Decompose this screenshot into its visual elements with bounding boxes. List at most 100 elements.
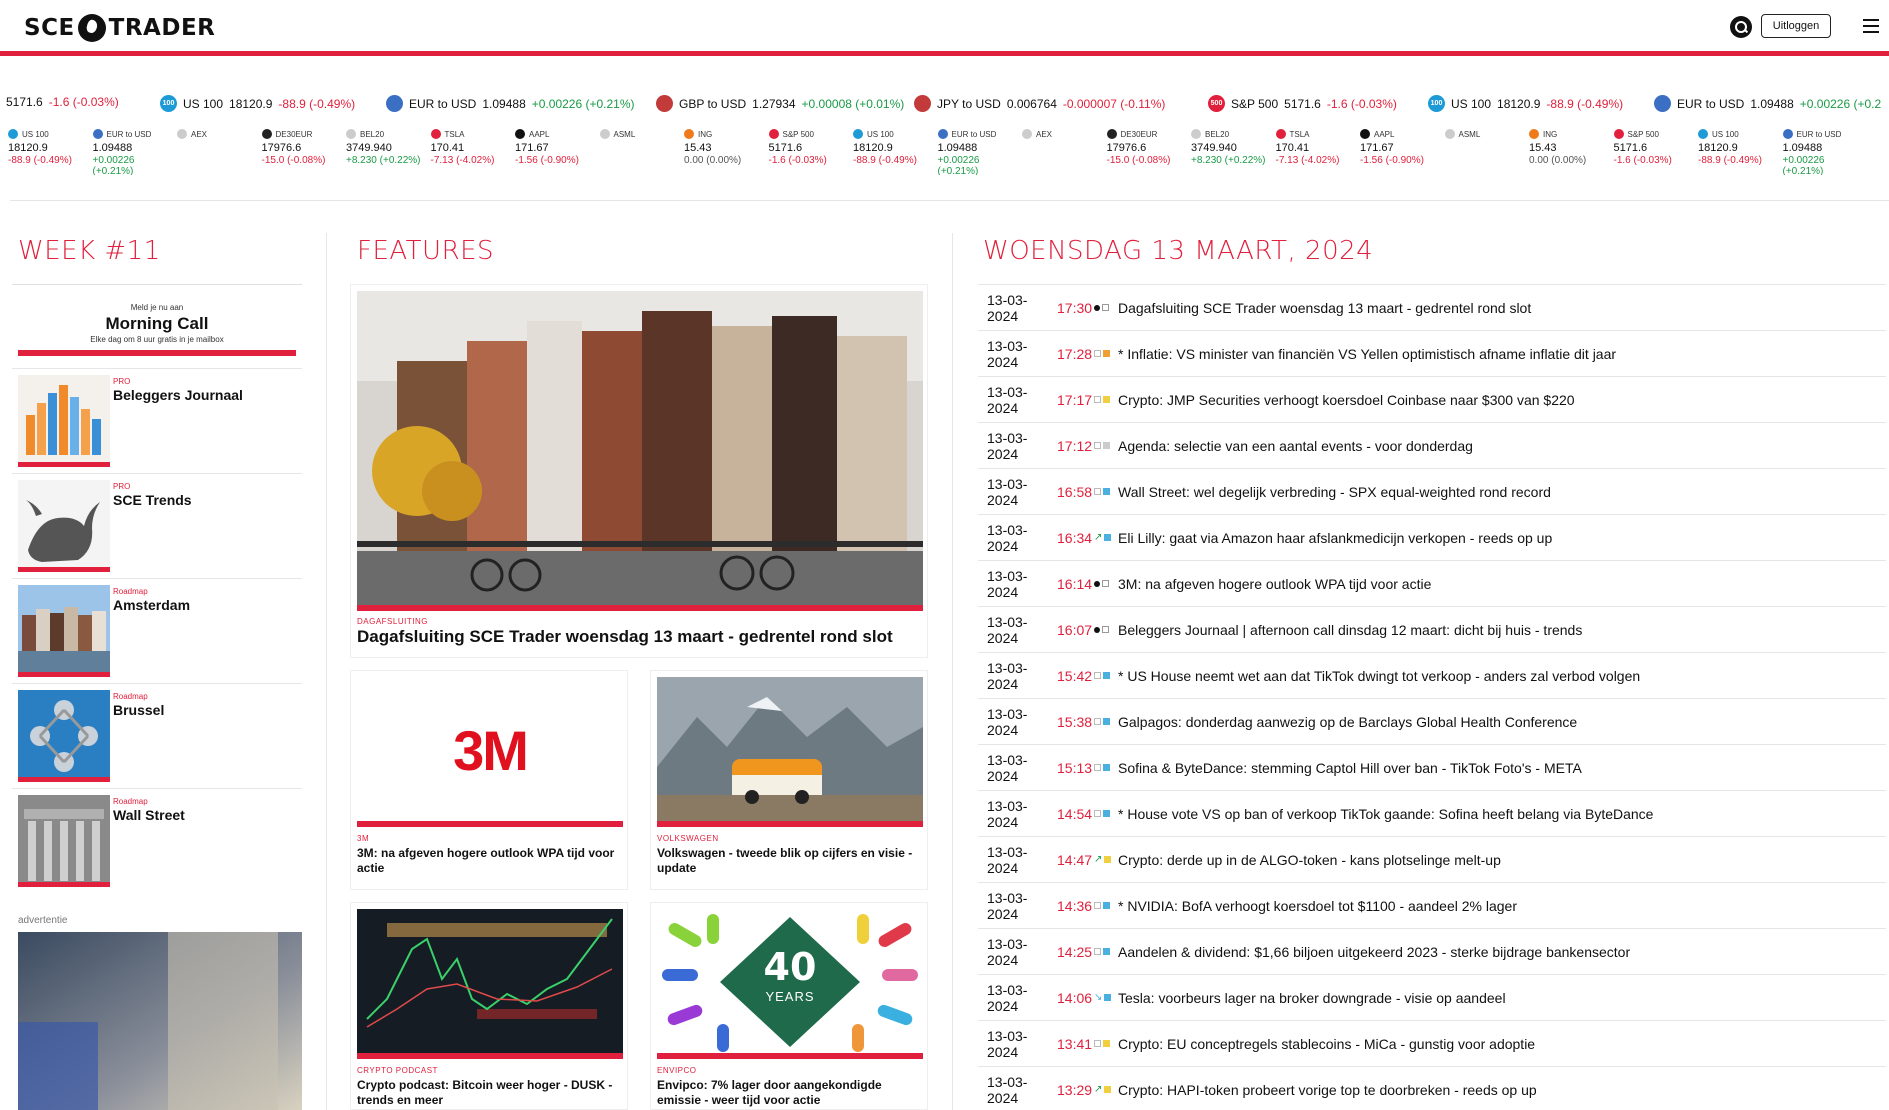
- ticker-item[interactable]: JPY to USD 0.006764 -0.000007 (-0.11%): [914, 95, 1165, 112]
- quote-name: AAPL: [1374, 129, 1395, 139]
- card-tag: Roadmap: [113, 692, 148, 701]
- left-card-amsterdam[interactable]: Roadmap Amsterdam: [12, 578, 302, 683]
- search-icon[interactable]: [1730, 16, 1752, 38]
- quote-name: AEX: [191, 129, 208, 139]
- left-card-sce-trends[interactable]: PRO SCE Trends: [12, 473, 302, 578]
- news-date: 13-03-2024: [987, 429, 1028, 462]
- quote-cell[interactable]: US 100 18120.9 -88.9 (-0.49%): [8, 129, 92, 166]
- quote-cell[interactable]: ASML: [1444, 129, 1529, 142]
- ticker-price: 5171.6: [1284, 96, 1321, 111]
- card-tag: PRO: [113, 377, 131, 386]
- news-row[interactable]: 13-03-2024 14:54 * House vote VS op ban of…: [978, 790, 1886, 836]
- quote-cell[interactable]: ING 15.43 0.00 (0.00%): [1529, 129, 1613, 166]
- quote-price: 170.41: [430, 142, 465, 154]
- ticker-item[interactable]: EUR to USD 1.09488 +0.00226 (+0.2: [1654, 95, 1881, 112]
- quote-price: 170.41: [1275, 142, 1310, 154]
- quote-cell[interactable]: BEL20 3749.940 +8.230 (+0.22%): [346, 129, 430, 166]
- quote-name: S&P 500: [1627, 129, 1659, 139]
- quote-cell[interactable]: TSLA 170.41 -7.13 (-4.02%): [430, 129, 515, 166]
- news-row[interactable]: 13-03-2024 13:41 Crypto: EU conceptregels …: [978, 1020, 1886, 1066]
- site-logo[interactable]: SCE TRADER: [24, 12, 215, 44]
- news-row[interactable]: 13-03-2024 16:34 ↗ Eli Lilly: gaat via Amaz…: [978, 514, 1886, 560]
- quote-name: ING: [698, 129, 713, 139]
- news-row[interactable]: 13-03-2024 14:47 ↗ Crypto: derde up in de A…: [978, 836, 1886, 882]
- quote-name: BEL20: [360, 129, 385, 139]
- quote-cell[interactable]: EUR to USD 1.09488 +0.00226 (+0.21%): [92, 129, 177, 175]
- feature-card-crypto-podcast[interactable]: CRYPTO PODCAST Crypto podcast: Bitcoin w…: [350, 902, 628, 1110]
- quote-symbol-icon: [1444, 129, 1455, 139]
- quote-cell[interactable]: ING 15.43 0.00 (0.00%): [684, 129, 768, 166]
- quote-symbol-icon: [768, 129, 779, 139]
- bullet-category-icon: [1094, 304, 1118, 311]
- quote-cell[interactable]: AEX: [1022, 129, 1106, 142]
- ticker-item[interactable]: GBP to USD 1.27934 +0.00008 (+0.01%): [656, 95, 904, 112]
- ticker-badge-icon: [914, 95, 931, 112]
- left-card-wall-street[interactable]: Roadmap Wall Street: [12, 788, 302, 895]
- feature-title: Envipco: 7% lager door aangekondigde emi…: [657, 1078, 882, 1107]
- feature-card-3m[interactable]: 3M 3M 3M: na afgeven hogere outlook WPA …: [350, 670, 628, 890]
- 3m-logo-text: 3M: [453, 718, 529, 782]
- quote-cell[interactable]: US 100 18120.9 -88.9 (-0.49%): [1698, 129, 1782, 166]
- hamburger-menu-icon[interactable]: [1863, 19, 1879, 33]
- ticker-item[interactable]: 100 US 100 18120.9 -88.9 (-0.49%): [160, 95, 355, 112]
- quote-cell[interactable]: DE30EUR 17976.6 -15.0 (-0.08%): [1106, 129, 1191, 166]
- quote-cell[interactable]: ASML: [599, 129, 684, 142]
- feature-title: Volkswagen - tweede blik op cijfers en v…: [657, 846, 913, 875]
- quote-cell[interactable]: TSLA 170.41 -7.13 (-4.02%): [1275, 129, 1360, 166]
- chart-blocks-thumbnail: [18, 375, 110, 467]
- advertisement-banner[interactable]: [18, 932, 302, 1110]
- quote-change: -88.9 (-0.49%): [8, 155, 72, 166]
- ticker-item[interactable]: EUR to USD 1.09488 +0.00226 (+0.21%): [386, 95, 635, 112]
- news-row[interactable]: 13-03-2024 15:13 Sofina & ByteDance: stemm…: [978, 744, 1886, 790]
- feature-main-card[interactable]: DAGAFSLUITING Dagafsluiting SCE Trader w…: [350, 284, 928, 658]
- quote-cell[interactable]: EUR to USD 1.09488 +0.00226 (+0.21%): [1782, 129, 1867, 175]
- quote-cell[interactable]: EUR to USD 1.09488 +0.00226 (+0.21%): [937, 129, 1022, 175]
- left-card-brussel[interactable]: Roadmap Brussel: [12, 683, 302, 788]
- news-row[interactable]: 13-03-2024 16:14 3M: na afgeven hogere out…: [978, 560, 1886, 606]
- quote-price: 1.09488: [937, 142, 978, 154]
- news-row[interactable]: 13-03-2024 17:12 Agenda: selectie van een …: [978, 422, 1886, 468]
- quote-cell[interactable]: AAPL 171.67 -1.56 (-0.90%): [1360, 129, 1444, 166]
- ticker-item[interactable]: 5171.6 -1.6 (-0.03%): [6, 95, 119, 109]
- 3m-logo: 3M: [357, 677, 623, 823]
- news-row[interactable]: 13-03-2024 15:38 Galpagos: donderdag aanwe…: [978, 698, 1886, 744]
- quote-cell[interactable]: S&P 500 5171.6 -1.6 (-0.03%): [1613, 129, 1698, 166]
- quote-change: -7.13 (-4.02%): [430, 155, 495, 166]
- quote-cell[interactable]: AAPL 171.67 -1.56 (-0.90%): [515, 129, 599, 166]
- news-title: Beleggers Journaal | afternoon call dins…: [1118, 621, 1583, 638]
- news-row[interactable]: 13-03-2024 16:58 Wall Street: wel degelijk…: [978, 468, 1886, 514]
- advertisement-label: advertentie: [18, 915, 68, 926]
- feature-card-volkswagen[interactable]: VOLKSWAGEN Volkswagen - tweede blik op c…: [650, 670, 928, 890]
- news-row[interactable]: 13-03-2024 17:30 Dagafsluiting SCE Trader …: [978, 284, 1886, 330]
- quote-cell[interactable]: S&P 500 5171.6 -1.6 (-0.03%): [768, 129, 853, 166]
- news-row[interactable]: 13-03-2024 13:29 ↗ Crypto: HAPI-token probe…: [978, 1066, 1886, 1110]
- quote-cell[interactable]: DE30EUR 17976.6 -15.0 (-0.08%): [261, 129, 346, 166]
- ticker-change: +0.00226 (+0.2: [1799, 96, 1882, 111]
- news-row[interactable]: 13-03-2024 14:06 ↘ Tesla: voorbeurs lager n…: [978, 974, 1886, 1020]
- news-row[interactable]: 13-03-2024 16:07 Beleggers Journaal | afte…: [978, 606, 1886, 652]
- news-time: 14:47: [1057, 851, 1093, 868]
- news-row[interactable]: 13-03-2024 17:28 * Inflatie: VS minister v…: [978, 330, 1886, 376]
- category-icon: [1094, 902, 1118, 909]
- logout-button[interactable]: Uitloggen: [1761, 14, 1831, 38]
- quote-cell[interactable]: BEL20 3749.940 +8.230 (+0.22%): [1191, 129, 1275, 166]
- news-title: * US House neemt wet aan dat TikTok dwin…: [1118, 667, 1641, 684]
- quote-cell[interactable]: US 100 18120.9 -88.9 (-0.49%): [853, 129, 937, 166]
- news-title: Agenda: selectie van een aantal events -…: [1118, 437, 1473, 454]
- news-title: Crypto: JMP Securities verhoogt koersdoe…: [1118, 391, 1575, 408]
- news-row[interactable]: 13-03-2024 14:36 * NVIDIA: BofA verhoogt k…: [978, 882, 1886, 928]
- ticker-item[interactable]: 500 S&P 500 5171.6 -1.6 (-0.03%): [1208, 95, 1397, 112]
- news-row[interactable]: 13-03-2024 14:25 Aandelen & dividend: $1,6…: [978, 928, 1886, 974]
- quote-cell[interactable]: AEX: [177, 129, 261, 142]
- news-row[interactable]: 13-03-2024 15:42 * US House neemt wet aan …: [978, 652, 1886, 698]
- morning-call-signup[interactable]: Meld je nu aan Morning Call Elke dag om …: [12, 284, 302, 364]
- ticker-item[interactable]: 100 US 100 18120.9 -88.9 (-0.49%): [1428, 95, 1623, 112]
- feature-card-envipco[interactable]: 40 YEARS ENVIPCO Envipco: 7% lager door …: [650, 902, 928, 1110]
- left-card-beleggers-journaal[interactable]: PRO Beleggers Journaal: [12, 368, 302, 473]
- quote-change: -1.6 (-0.03%): [1613, 155, 1672, 166]
- news-row[interactable]: 13-03-2024 17:17 Crypto: JMP Securities ve…: [978, 376, 1886, 422]
- news-date: 13-03-2024: [987, 337, 1028, 370]
- quote-symbol-icon: [1191, 129, 1201, 139]
- quote-symbol-icon: [8, 129, 18, 139]
- quote-price: 18120.9: [853, 142, 893, 154]
